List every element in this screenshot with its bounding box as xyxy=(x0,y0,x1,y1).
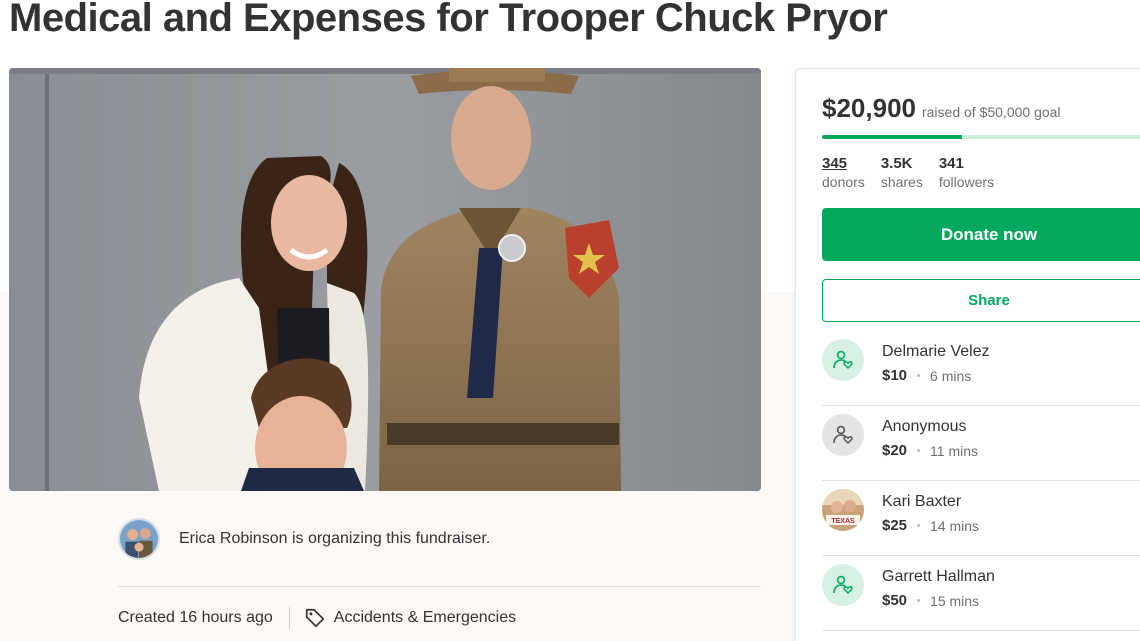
donation-card: $20,900 raised of $50,000 goal 345 donor… xyxy=(795,68,1140,641)
separator-dot xyxy=(917,599,921,602)
donation-time: 11 mins xyxy=(930,442,979,459)
donation-item: Anonymous $20 11 mins xyxy=(822,406,1140,481)
created-time: Created 16 hours ago xyxy=(118,609,273,626)
donation-item: Delmarie Velez $10 6 mins xyxy=(822,331,1140,406)
separator-dot xyxy=(917,524,921,527)
separator-dot xyxy=(917,449,921,452)
campaign-stats: 345 donors 3.5K shares 341 followers xyxy=(822,155,1010,191)
category-link[interactable]: Accidents & Emergencies xyxy=(334,609,516,627)
page-title: Medical and Expenses for Trooper Chuck P… xyxy=(9,0,888,40)
campaign-photo[interactable] xyxy=(9,68,761,491)
donation-amount: $20 xyxy=(882,442,908,459)
stat-shares-label: shares xyxy=(880,174,923,190)
heart-hand-icon xyxy=(822,414,864,456)
meta-separator xyxy=(288,607,290,629)
recent-donations-list: Delmarie Velez $10 6 mins Anonymous $20 … xyxy=(822,331,1140,631)
divider xyxy=(118,586,761,587)
donation-amount: $50 xyxy=(882,592,908,609)
donate-now-button[interactable]: Donate now xyxy=(822,208,1140,261)
stat-followers: 341 followers xyxy=(939,155,994,191)
stat-donors[interactable]: 345 donors xyxy=(822,155,865,191)
stat-donors-value[interactable]: 345 xyxy=(822,155,865,173)
amount-raised-row: $20,900 raised of $50,000 goal xyxy=(822,93,1061,124)
donor-name: Delmarie Velez xyxy=(882,343,990,360)
donor-name: Anonymous xyxy=(882,418,967,435)
heart-hand-icon xyxy=(822,564,864,606)
donation-time: 14 mins xyxy=(930,517,980,534)
goal-text: raised of $50,000 goal xyxy=(921,104,1061,120)
stat-shares: 3.5K shares xyxy=(881,155,923,191)
campaign-photo-illustration xyxy=(9,68,761,491)
donation-details: $10 6 mins xyxy=(882,367,971,384)
tag-icon xyxy=(305,608,324,628)
stat-shares-value: 3.5K xyxy=(880,155,913,172)
campaign-meta: Created 16 hours ago Accidents & Emergen… xyxy=(118,606,516,630)
donor-name: Garrett Hallman xyxy=(882,568,995,585)
organizer-text: Erica Robinson is organizing this fundra… xyxy=(179,530,491,547)
donation-details: $25 14 mins xyxy=(882,517,979,534)
donation-amount: $25 xyxy=(882,517,908,534)
donation-amount: $10 xyxy=(882,367,908,384)
separator-dot xyxy=(917,374,921,377)
donation-details: $20 11 mins xyxy=(882,442,978,459)
share-button[interactable]: Share xyxy=(822,279,1140,322)
donor-name: Kari Baxter xyxy=(882,493,962,510)
donor-photo-avatar: TEXAS xyxy=(822,489,864,531)
progress-bar xyxy=(822,135,1140,139)
organizer-avatar[interactable] xyxy=(118,518,160,560)
stat-followers-label: followers xyxy=(938,174,995,190)
donation-details: $50 15 mins xyxy=(882,592,979,609)
svg-text:TEXAS: TEXAS xyxy=(831,518,855,525)
stat-donors-label: donors xyxy=(822,174,865,190)
organizer-row: Erica Robinson is organizing this fundra… xyxy=(118,518,761,560)
donation-item: Garrett Hallman $50 15 mins xyxy=(822,556,1140,631)
stat-followers-value: 341 xyxy=(938,155,964,172)
donation-time: 6 mins xyxy=(930,367,972,384)
donation-item: TEXAS Kari Baxter $25 14 mins xyxy=(822,481,1140,556)
donation-time: 15 mins xyxy=(930,592,980,609)
amount-raised: $20,900 xyxy=(822,93,916,123)
heart-hand-icon xyxy=(822,339,864,381)
progress-fill xyxy=(822,135,962,139)
